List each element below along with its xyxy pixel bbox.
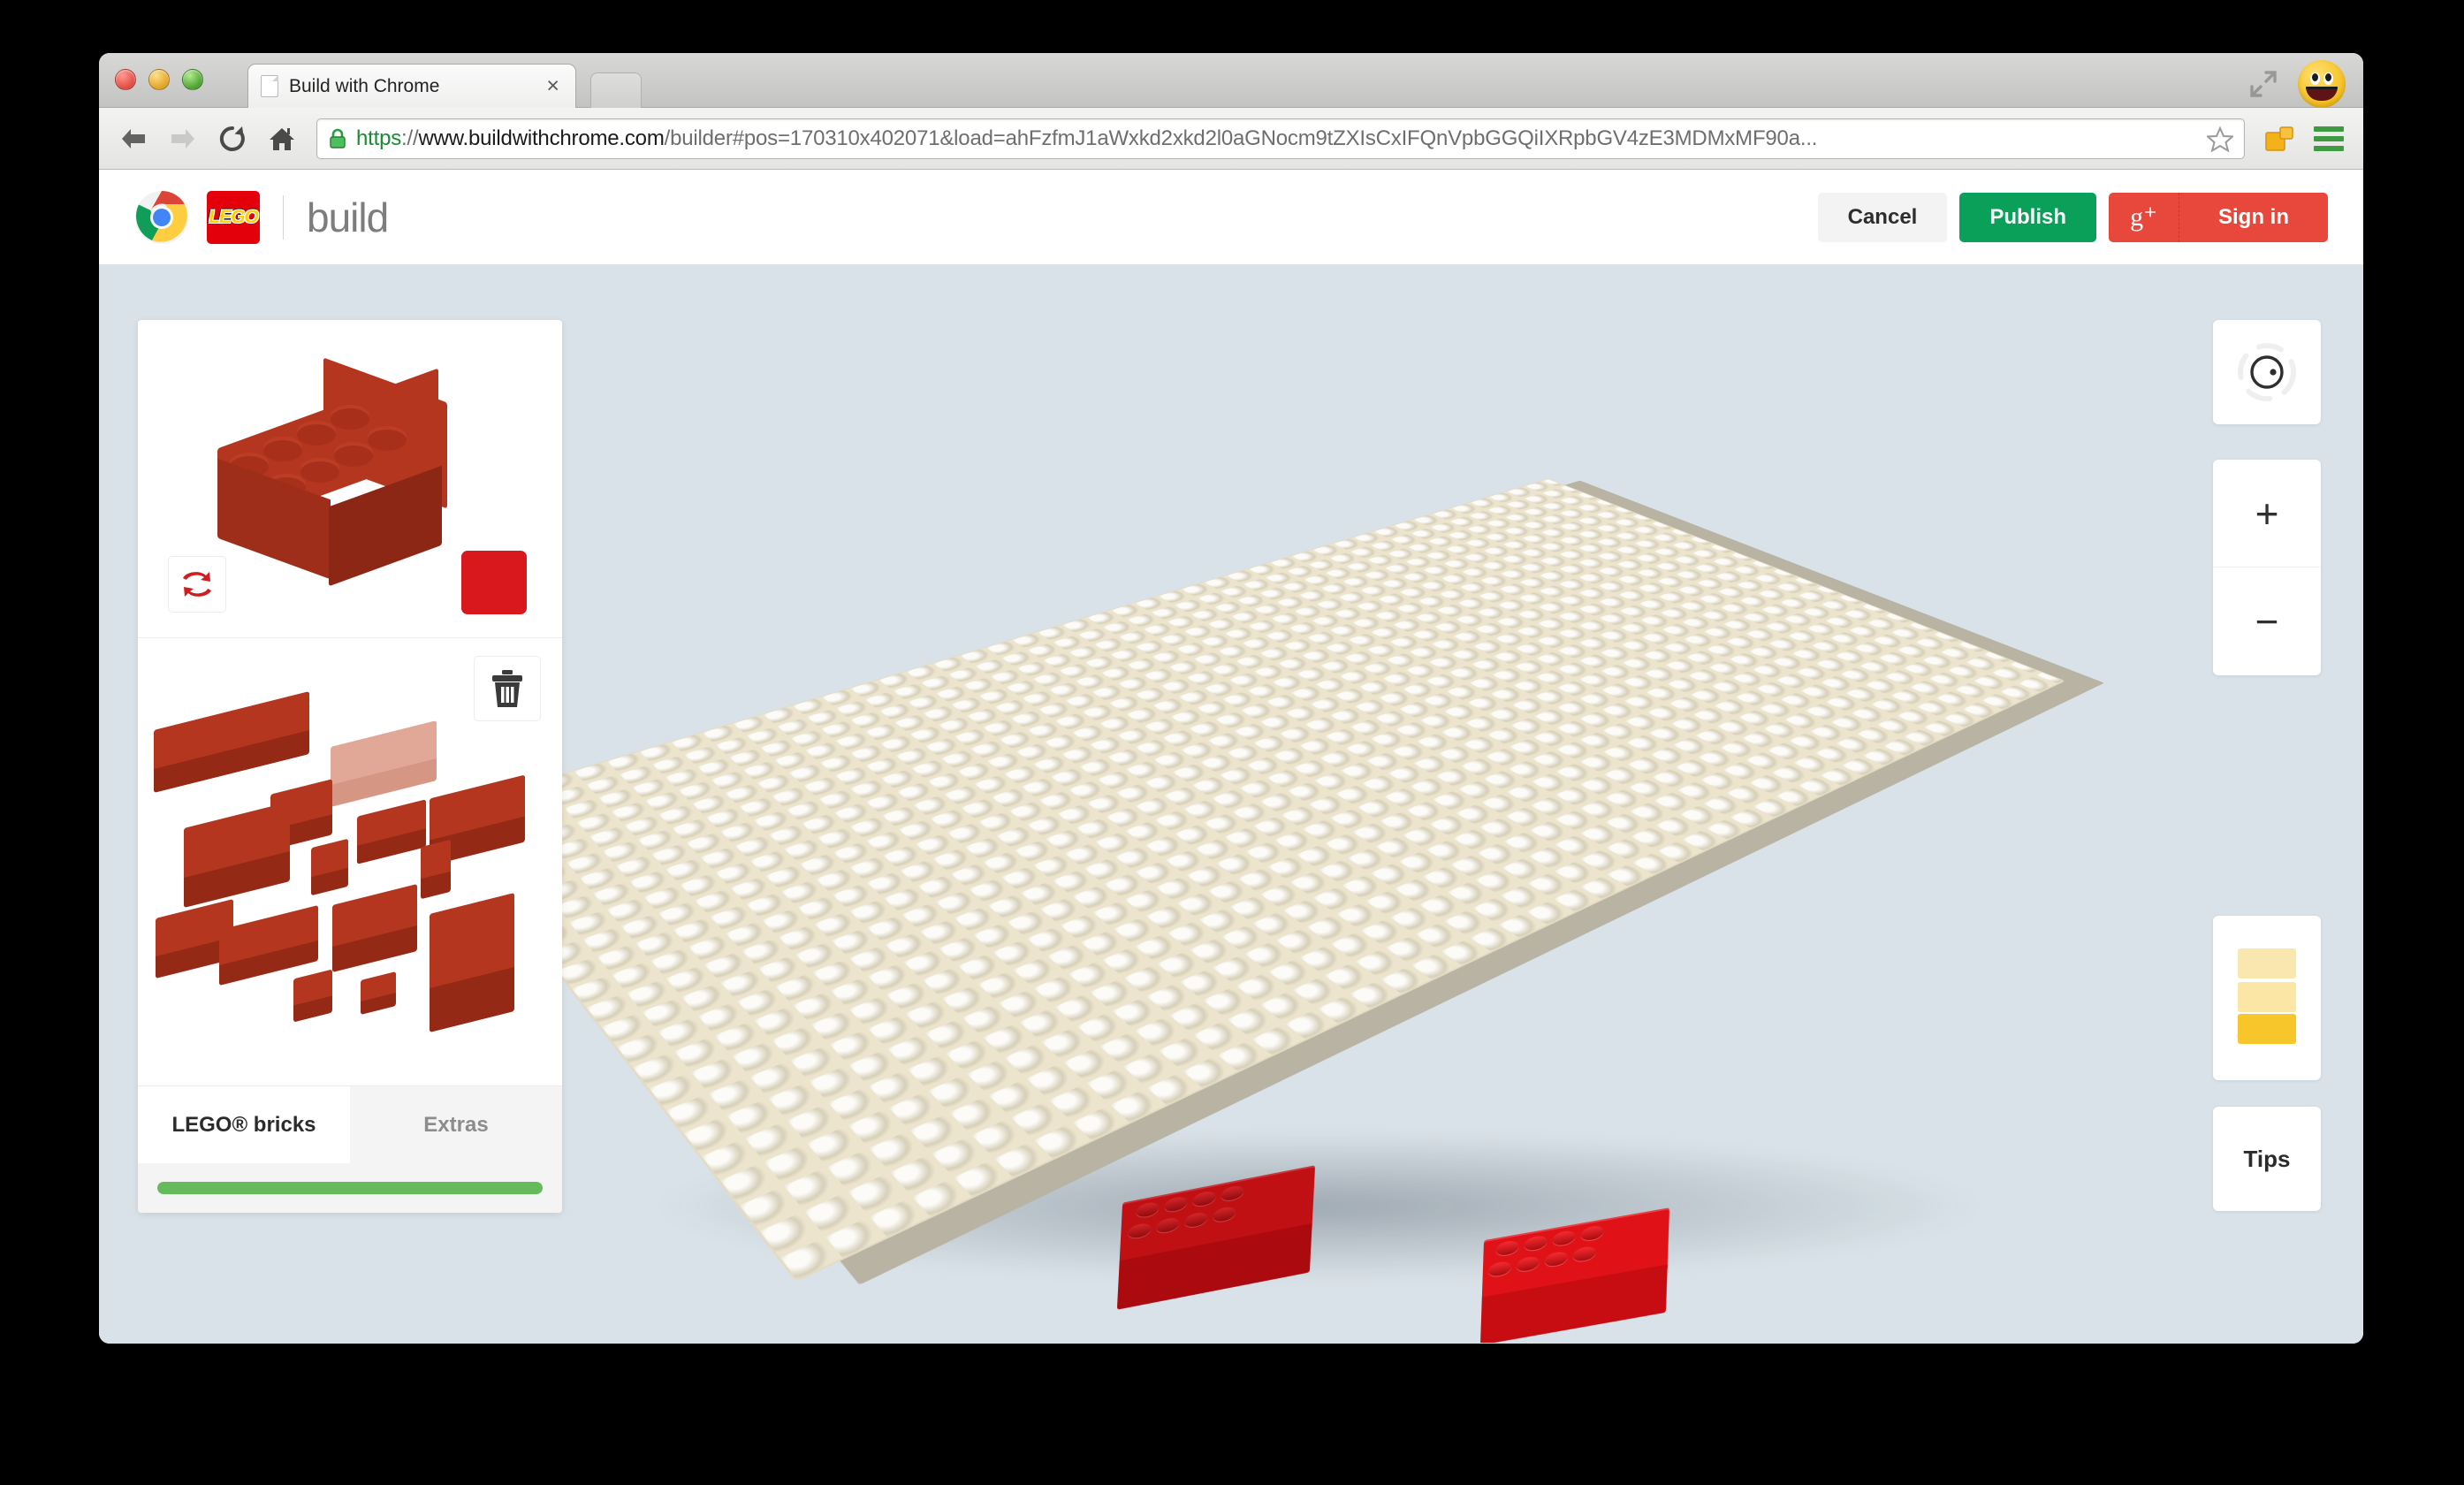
lego-logo-text: LEGO (209, 206, 259, 227)
selected-brick-preview (138, 320, 562, 638)
palette-brick[interactable] (184, 802, 290, 909)
trash-can-icon (492, 670, 522, 707)
delete-all-button[interactable] (474, 656, 541, 721)
url-host: www.buildwithchrome.com (418, 126, 665, 150)
layer-brick-top (2238, 948, 2296, 979)
desktop-background: Build with Chrome × https://www.buildwit… (0, 0, 2464, 1485)
brick-palette[interactable] (138, 638, 562, 1085)
palette-brick[interactable] (357, 799, 426, 864)
palette-brick[interactable] (154, 691, 309, 793)
chrome-logo (134, 190, 189, 245)
browser-window: Build with Chrome × https://www.buildwit… (99, 53, 2363, 1344)
progress-fill (157, 1182, 543, 1194)
smiley-face-avatar[interactable] (2298, 60, 2346, 108)
address-bar[interactable]: https://www.buildwithchrome.com/builder#… (316, 118, 2245, 159)
browser-toolbar: https://www.buildwithchrome.com/builder#… (99, 108, 2363, 170)
stud (368, 430, 407, 451)
site-header: LEGO build Cancel Publish g⁺ Sign in (99, 170, 2363, 265)
selected-brick-model (217, 357, 465, 587)
avatar-eye-left (2310, 72, 2320, 85)
palette-brick[interactable] (331, 720, 437, 808)
url-path: /builder#pos=170310x402071&load=ahFzfmJ1… (664, 126, 1818, 150)
stud (331, 408, 369, 430)
reload-icon[interactable] (217, 124, 247, 154)
home-icon[interactable] (267, 124, 297, 154)
extension-icon[interactable] (2264, 125, 2294, 153)
browser-tab[interactable]: Build with Chrome × (247, 64, 576, 108)
panel-tabs: LEGO® bricks Extras (138, 1085, 562, 1163)
orbit-camera-button[interactable] (2213, 320, 2321, 424)
palette-brick[interactable] (430, 893, 514, 1033)
lego-logo: LEGO (207, 190, 260, 244)
star-icon[interactable] (2205, 126, 2235, 153)
avatar-mouth (2306, 87, 2338, 101)
zoom-in-button[interactable]: + (2213, 460, 2321, 567)
camera-orbit-icon (2238, 343, 2296, 401)
publish-button[interactable]: Publish (1959, 192, 2096, 242)
url-scheme: https (356, 126, 402, 150)
url-text: https://www.buildwithchrome.com/builder#… (356, 126, 2198, 151)
new-tab-button[interactable] (590, 72, 642, 108)
stud (300, 461, 339, 483)
rotate-arrows-icon (183, 572, 211, 597)
stud (297, 424, 336, 446)
palette-brick[interactable] (219, 905, 318, 986)
zoom-controls: + − (2213, 460, 2321, 675)
cancel-button[interactable]: Cancel (1817, 192, 1948, 242)
stud (334, 446, 373, 467)
page-content: LEGO build Cancel Publish g⁺ Sign in LEG… (99, 170, 2363, 1344)
tab-lego-bricks[interactable]: LEGO® bricks (138, 1086, 350, 1163)
minimize-window-button[interactable] (148, 69, 170, 90)
hamburger-menu-icon[interactable] (2314, 126, 2344, 151)
maximize-window-button[interactable] (182, 69, 203, 90)
palette-brick[interactable] (421, 839, 451, 899)
tab-favicon-icon (261, 75, 278, 97)
google-signin-button[interactable]: g⁺ Sign in (2109, 192, 2328, 242)
tab-strip: Build with Chrome × (99, 53, 2363, 108)
builder-canvas[interactable]: 44 (99, 265, 2363, 1343)
window-traffic-lights (115, 69, 203, 90)
brand-divider (283, 194, 284, 240)
layer-brick-bottom (2238, 1014, 2296, 1044)
layer-brick-middle (2238, 982, 2296, 1012)
header-actions: Cancel Publish g⁺ Sign in (1817, 192, 2328, 242)
tab-close-icon[interactable]: × (543, 75, 563, 97)
fullscreen-arrows-icon[interactable] (2248, 69, 2278, 99)
palette-brick[interactable] (332, 884, 417, 972)
stacked-bricks-layer-icon (2232, 948, 2301, 1047)
progress-track (157, 1182, 543, 1194)
forward-arrow-icon (168, 124, 198, 154)
signin-label: Sign in (2218, 204, 2289, 229)
rotate-brick-button[interactable] (168, 556, 226, 613)
avatar-eye-right (2323, 72, 2333, 85)
brand-word: build (307, 194, 389, 240)
google-plus-icon: g⁺ (2109, 192, 2179, 242)
palette-brick[interactable] (361, 971, 396, 1016)
close-window-button[interactable] (115, 69, 136, 90)
window-extras (2248, 60, 2346, 108)
back-arrow-icon[interactable] (118, 124, 148, 154)
stud (263, 440, 302, 461)
progress-bar (138, 1163, 562, 1213)
brand-block: LEGO build (134, 190, 389, 245)
zoom-out-button[interactable]: − (2213, 567, 2321, 675)
url-separator: :// (401, 126, 419, 150)
palette-brick[interactable] (293, 969, 332, 1023)
tab-extras[interactable]: Extras (350, 1086, 562, 1163)
brick-picker-panel: LEGO® bricks Extras (138, 320, 562, 1213)
tips-button[interactable]: Tips (2213, 1107, 2321, 1211)
tab-title: Build with Chrome (289, 75, 440, 96)
palette-brick[interactable] (311, 838, 348, 895)
brick-color-swatch[interactable] (461, 551, 527, 614)
lock-icon (328, 128, 347, 149)
layer-height-button[interactable] (2213, 916, 2321, 1080)
